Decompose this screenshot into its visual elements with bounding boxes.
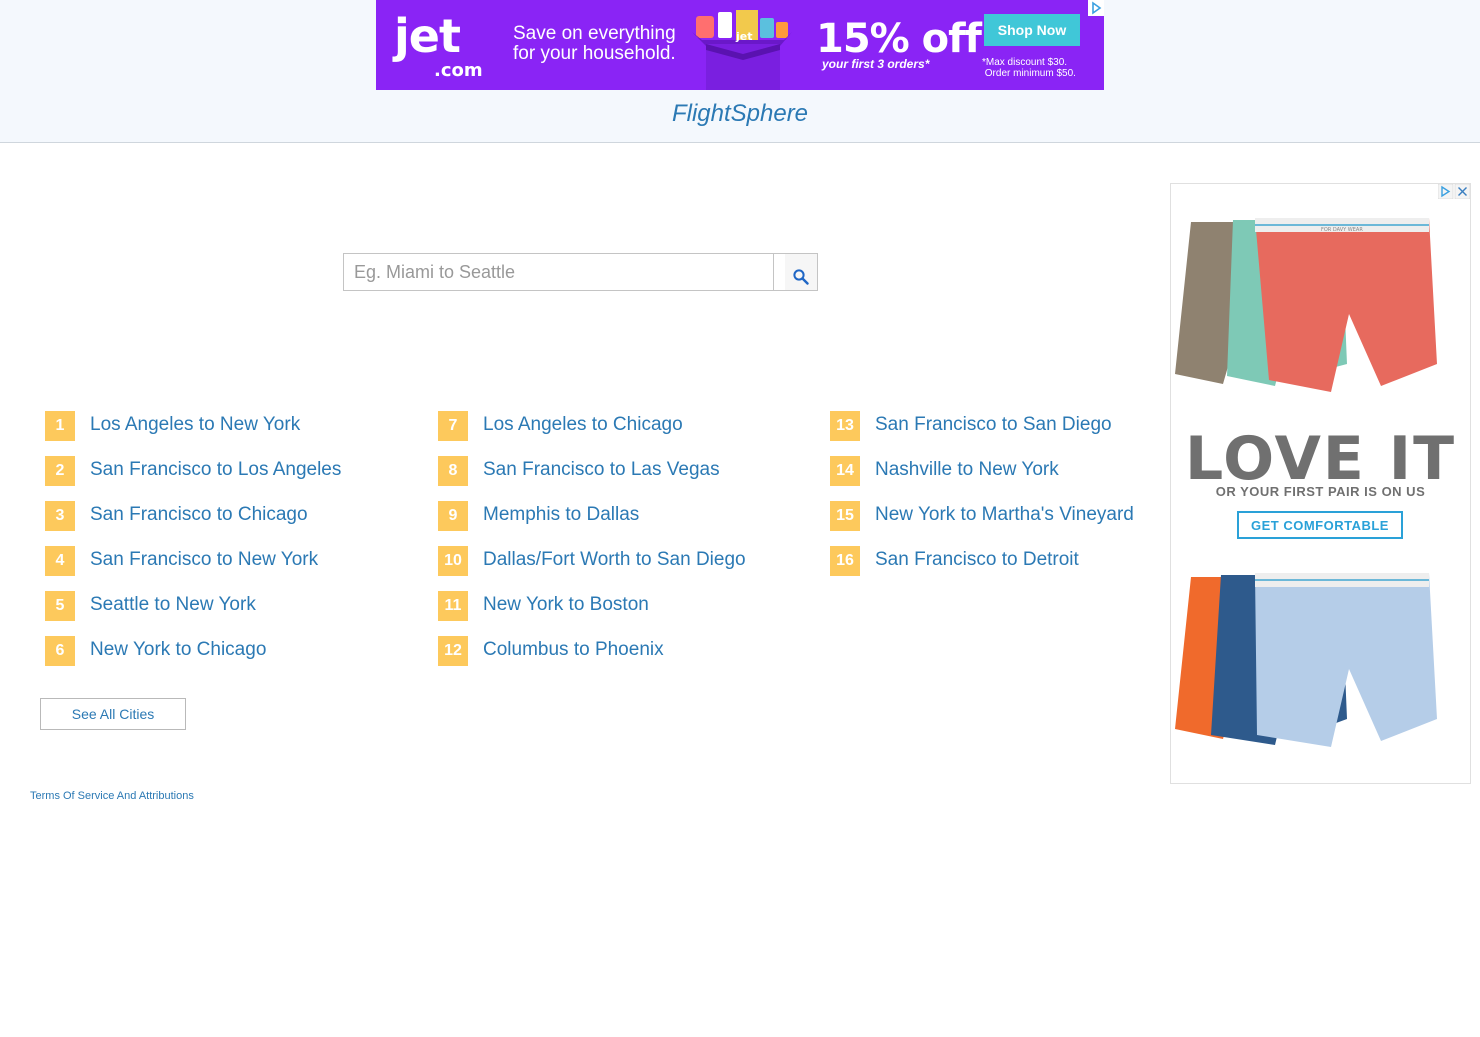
route-item: 10 Dallas/Fort Worth to San Diego <box>438 545 831 590</box>
route-item: 16 San Francisco to Detroit <box>830 545 1223 590</box>
routes-column: 1 Los Angeles to New York 2 San Francisco t… <box>45 410 438 680</box>
routes-column: 13 San Francisco to San Diego 14 Nashville … <box>830 410 1223 590</box>
route-link[interactable]: San Francisco to New York <box>90 549 318 571</box>
product-box-image: jet <box>692 10 792 90</box>
route-link[interactable]: Memphis to Dallas <box>483 504 639 526</box>
route-item: 11 New York to Boston <box>438 590 831 635</box>
box-label: jet <box>735 30 753 43</box>
route-item: 15 New York to Martha's Vineyard <box>830 500 1223 545</box>
see-all-cities-button[interactable]: See All Cities <box>40 698 186 730</box>
waistband-text: FOR DAVY WEAR <box>1321 227 1363 233</box>
route-rank-badge: 4 <box>45 546 75 576</box>
route-item: 1 Los Angeles to New York <box>45 410 438 455</box>
route-item: 13 San Francisco to San Diego <box>830 410 1223 455</box>
jet-logo-text: jet <box>394 9 461 63</box>
jet-logo: jet .com <box>394 9 483 81</box>
route-item: 7 Los Angeles to Chicago <box>438 410 831 455</box>
route-item: 6 New York to Chicago <box>45 635 438 680</box>
route-item: 8 San Francisco to Las Vegas <box>438 455 831 500</box>
route-link[interactable]: Los Angeles to Chicago <box>483 414 683 436</box>
trunks-image-top: FOR DAVY WEAR <box>1175 218 1437 392</box>
route-rank-badge: 1 <box>45 411 75 441</box>
route-rank-badge: 6 <box>45 636 75 666</box>
route-rank-badge: 11 <box>438 591 468 621</box>
route-item: 3 San Francisco to Chicago <box>45 500 438 545</box>
route-rank-badge: 9 <box>438 501 468 531</box>
route-link[interactable]: Nashville to New York <box>875 459 1059 481</box>
route-link[interactable]: New York to Chicago <box>90 639 266 661</box>
terms-of-service-link[interactable]: Terms Of Service And Attributions <box>30 790 194 802</box>
route-rank-badge: 2 <box>45 456 75 486</box>
search-icon <box>793 269 809 285</box>
route-link[interactable]: Columbus to Phoenix <box>483 639 664 661</box>
route-link[interactable]: San Francisco to Los Angeles <box>90 459 341 481</box>
adchoices-icon[interactable] <box>1088 0 1104 16</box>
get-comfortable-button[interactable]: GET COMFORTABLE <box>1237 511 1403 539</box>
route-rank-badge: 13 <box>830 411 860 441</box>
route-item: 9 Memphis to Dallas <box>438 500 831 545</box>
route-item: 14 Nashville to New York <box>830 455 1223 500</box>
ad-discount: 15% off <box>816 16 982 62</box>
side-banner-ad[interactable]: FOR DAVY WEAR LOVE IT OR YOUR FIRST PAIR… <box>1170 183 1471 784</box>
ad-subline: OR YOUR FIRST PAIR IS ON US <box>1215 484 1426 499</box>
search-button[interactable] <box>785 254 817 290</box>
route-item: 12 Columbus to Phoenix <box>438 635 831 680</box>
route-link[interactable]: San Francisco to Las Vegas <box>483 459 720 481</box>
route-rank-badge: 5 <box>45 591 75 621</box>
route-item: 4 San Francisco to New York <box>45 545 438 590</box>
route-item: 2 San Francisco to Los Angeles <box>45 455 438 500</box>
trunks-image-bottom <box>1175 573 1437 747</box>
ad-choices-close-icon[interactable] <box>1438 184 1470 199</box>
route-rank-badge: 16 <box>830 546 860 576</box>
route-link[interactable]: Dallas/Fort Worth to San Diego <box>483 549 746 571</box>
route-link[interactable]: Seattle to New York <box>90 594 256 616</box>
ad-discount-sub: your first 3 orders* <box>822 57 930 71</box>
search-input[interactable] <box>344 254 774 290</box>
route-link[interactable]: San Francisco to Detroit <box>875 549 1079 571</box>
route-rank-badge: 8 <box>438 456 468 486</box>
route-rank-badge: 12 <box>438 636 468 666</box>
route-search <box>343 253 818 291</box>
jet-logo-domain: .com <box>434 60 483 81</box>
route-link[interactable]: San Francisco to San Diego <box>875 414 1112 436</box>
route-item: 5 Seattle to New York <box>45 590 438 635</box>
ad-fine-print: *Max discount $30. Order minimum $50. <box>982 57 1076 79</box>
route-link[interactable]: New York to Boston <box>483 594 649 616</box>
route-rank-badge: 10 <box>438 546 468 576</box>
site-header: jet .com Save on everything for your hou… <box>0 0 1480 143</box>
route-link[interactable]: San Francisco to Chicago <box>90 504 308 526</box>
route-link[interactable]: Los Angeles to New York <box>90 414 300 436</box>
route-link[interactable]: New York to Martha's Vineyard <box>875 504 1134 526</box>
ad-tagline: Save on everything for your household. <box>513 23 676 64</box>
routes-column: 7 Los Angeles to Chicago 8 San Francisco to… <box>438 410 831 680</box>
shop-now-button[interactable]: Shop Now <box>984 14 1080 46</box>
site-title[interactable]: FlightSphere <box>0 100 1480 128</box>
route-rank-badge: 15 <box>830 501 860 531</box>
route-rank-badge: 7 <box>438 411 468 441</box>
route-rank-badge: 3 <box>45 501 75 531</box>
route-rank-badge: 14 <box>830 456 860 486</box>
top-banner-ad[interactable]: jet .com Save on everything for your hou… <box>376 0 1104 90</box>
